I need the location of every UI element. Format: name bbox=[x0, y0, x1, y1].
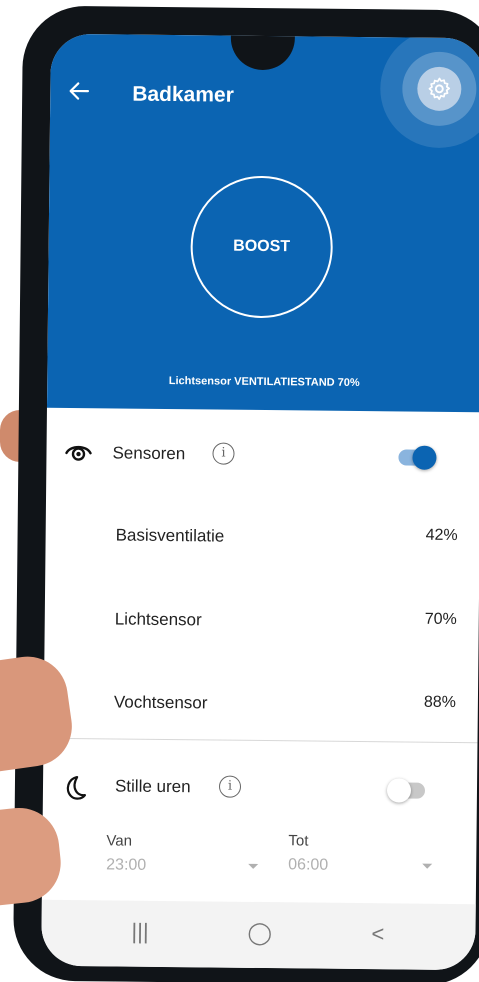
info-icon[interactable]: i bbox=[218, 775, 242, 798]
recent-apps-button[interactable]: ||| bbox=[131, 919, 148, 945]
sensor-value-lichtsensor: 70% bbox=[424, 610, 457, 629]
ventilation-status: Lichtsensor VENTILATIESTAND 70% bbox=[168, 375, 360, 390]
sensor-item-vochtsensor: Vochtsensor bbox=[113, 692, 208, 713]
to-label: Tot bbox=[288, 832, 309, 850]
photo-stage: Badkamer BOOST Lichtsensor VENTILATIESTA… bbox=[0, 0, 479, 982]
boost-button[interactable]: BOOST bbox=[189, 175, 334, 319]
quiet-hours-toggle[interactable] bbox=[386, 778, 426, 803]
nav-back-button[interactable]: < bbox=[371, 921, 384, 947]
chevron-down-icon[interactable] bbox=[248, 863, 259, 869]
sensors-label: Sensoren bbox=[112, 443, 186, 464]
from-time-select[interactable]: 23:00 bbox=[106, 856, 146, 874]
app-header: Badkamer BOOST Lichtsensor VENTILATIESTA… bbox=[46, 33, 479, 413]
quiet-hours-label: Stille uren bbox=[114, 776, 191, 797]
chevron-down-icon[interactable] bbox=[422, 863, 433, 869]
sensor-item-basisventilatie: Basisventilatie bbox=[115, 525, 225, 546]
settings-button[interactable] bbox=[417, 66, 462, 112]
sensor-value-basisventilatie: 42% bbox=[425, 526, 458, 545]
eye-icon bbox=[64, 441, 92, 468]
moon-icon bbox=[61, 774, 87, 807]
from-label: Van bbox=[106, 832, 133, 850]
arrow-left-icon-svg bbox=[69, 82, 90, 100]
info-glyph: i bbox=[227, 778, 233, 794]
sensor-value-vochtsensor: 88% bbox=[423, 693, 456, 712]
section-divider bbox=[43, 737, 478, 744]
page-title: Badkamer bbox=[132, 82, 234, 107]
to-time-select[interactable]: 06:00 bbox=[288, 856, 328, 874]
quiet-hours-toggle-thumb bbox=[386, 778, 412, 803]
info-icon[interactable]: i bbox=[212, 442, 235, 465]
sensor-item-lichtsensor: Lichtsensor bbox=[114, 609, 202, 630]
gear-icon bbox=[428, 77, 451, 100]
arrow-left-icon[interactable] bbox=[66, 78, 96, 108]
sensors-toggle-thumb bbox=[412, 445, 437, 470]
boost-label: BOOST bbox=[233, 237, 291, 256]
sensors-toggle[interactable] bbox=[398, 445, 437, 470]
system-navbar: ||| ◯ < bbox=[41, 899, 476, 971]
phone-screen: Badkamer BOOST Lichtsensor VENTILATIESTA… bbox=[41, 33, 479, 971]
camera-notch bbox=[230, 35, 295, 71]
home-button[interactable]: ◯ bbox=[247, 920, 272, 946]
info-glyph: i bbox=[221, 445, 226, 461]
